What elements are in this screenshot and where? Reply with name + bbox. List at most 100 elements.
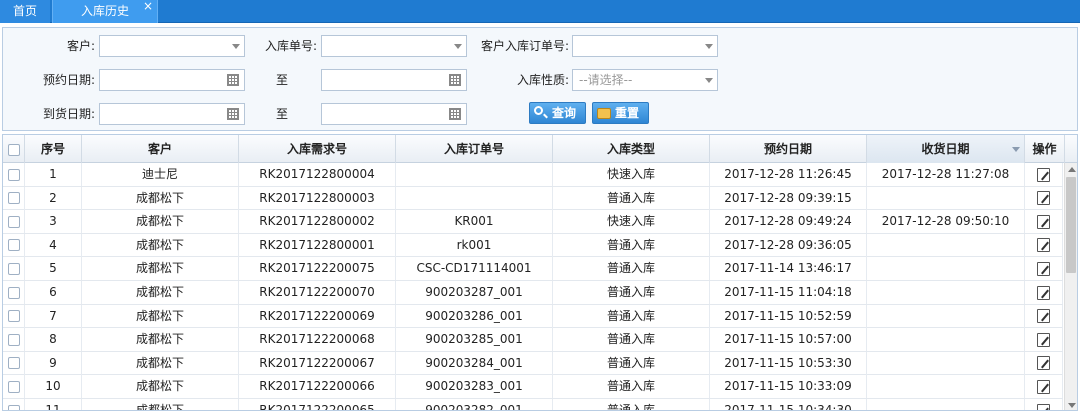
table-cell-type: 普通入库 bbox=[553, 257, 710, 281]
tab-inbound-history[interactable]: 入库历史 × bbox=[52, 0, 158, 23]
scroll-thumb[interactable] bbox=[1066, 177, 1076, 273]
edit-icon[interactable] bbox=[1037, 238, 1050, 253]
close-icon[interactable]: × bbox=[143, 0, 153, 18]
table-row[interactable]: 1 迪士尼 RK2017122800004 快速入库 2017-12-28 11:26:… bbox=[3, 163, 1063, 187]
row-action-cell bbox=[1025, 351, 1063, 375]
row-action-cell bbox=[1025, 257, 1063, 281]
filter-panel: 客户: 入库单号: 客户入库订单号: 预约日期: 至 入库性质: --请选择--… bbox=[2, 27, 1078, 131]
reset-button[interactable]: 重置 bbox=[592, 102, 649, 124]
tab-home[interactable]: 首页 bbox=[0, 0, 50, 23]
table-cell-receive: 2017-12-28 11:27:08 bbox=[867, 163, 1025, 186]
table-cell-receive bbox=[867, 281, 1025, 304]
column-header[interactable]: 入库类型 bbox=[553, 135, 710, 163]
row-checkbox[interactable] bbox=[7, 404, 20, 410]
column-header[interactable]: 入库需求号 bbox=[239, 135, 396, 163]
edit-icon[interactable] bbox=[1037, 309, 1050, 324]
table-cell-no: 4 bbox=[25, 233, 82, 257]
select-all-cell bbox=[3, 135, 25, 163]
table-cell-type: 普通入库 bbox=[553, 328, 710, 352]
table-cell-no: 9 bbox=[25, 351, 82, 375]
table-cell-customer: 成都松下 bbox=[82, 304, 239, 328]
tab-inbound-history-label: 入库历史 bbox=[80, 4, 129, 18]
table-cell-order bbox=[396, 186, 553, 210]
arrival-date-end-input[interactable] bbox=[321, 103, 467, 125]
vertical-scrollbar[interactable] bbox=[1064, 163, 1077, 410]
table-row[interactable]: 2 成都松下 RK2017122800003 普通入库 2017-12-28 09:39… bbox=[3, 186, 1063, 211]
chevron-down-icon bbox=[232, 44, 240, 49]
reset-button-label: 重置 bbox=[615, 106, 640, 120]
row-checkbox[interactable] bbox=[7, 262, 20, 275]
table-row[interactable]: 7 成都松下 RK2017122200069 900203286_001 普通入库 201… bbox=[3, 304, 1063, 329]
table-cell-reserve: 2017-12-28 09:36:05 bbox=[710, 233, 867, 257]
table-header: 序号 客户 入库需求号 入库订单号 入库类型 预约日期 收货日期 操作 bbox=[3, 135, 1077, 163]
inbound-history-table: 序号 客户 入库需求号 入库订单号 入库类型 预约日期 收货日期 操作 1 迪士尼… bbox=[2, 134, 1078, 411]
scroll-up-icon[interactable] bbox=[1068, 167, 1076, 172]
column-header[interactable]: 入库订单号 bbox=[396, 135, 553, 163]
calendar-icon[interactable] bbox=[227, 108, 239, 120]
table-cell-customer: 成都松下 bbox=[82, 375, 239, 399]
table-row[interactable]: 3 成都松下 RK2017122800002 KR001 快速入库 2017-12-28 … bbox=[3, 210, 1063, 234]
table-cell-customer: 成都松下 bbox=[82, 210, 239, 234]
table-row[interactable]: 8 成都松下 RK2017122200068 900203285_001 普通入库 201… bbox=[3, 328, 1063, 352]
edit-icon[interactable] bbox=[1037, 167, 1050, 182]
column-header[interactable]: 预约日期 bbox=[710, 135, 867, 163]
row-checkbox[interactable] bbox=[7, 333, 20, 346]
row-action-cell bbox=[1025, 186, 1063, 210]
table-cell-demand: RK2017122200069 bbox=[239, 304, 396, 328]
scroll-down-icon[interactable] bbox=[1068, 403, 1076, 408]
edit-icon[interactable] bbox=[1037, 356, 1050, 371]
table-cell-demand: RK2017122200068 bbox=[239, 328, 396, 352]
row-checkbox[interactable] bbox=[7, 215, 20, 228]
inbound-type-select[interactable]: --请选择-- bbox=[572, 69, 718, 91]
edit-icon[interactable] bbox=[1037, 285, 1050, 300]
table-row[interactable]: 5 成都松下 RK2017122200075 CSC-CD171114001 普通入库 2… bbox=[3, 257, 1063, 281]
row-select-cell bbox=[3, 163, 25, 186]
row-select-cell bbox=[3, 210, 25, 234]
edit-icon[interactable] bbox=[1037, 403, 1050, 410]
table-cell-receive bbox=[867, 328, 1025, 352]
row-checkbox[interactable] bbox=[7, 286, 20, 299]
edit-icon[interactable] bbox=[1037, 214, 1050, 229]
column-header[interactable]: 序号 bbox=[25, 135, 82, 163]
table-row[interactable]: 10 成都松下 RK2017122200066 900203283_001 普通入库 20… bbox=[3, 375, 1063, 399]
select-all-checkbox[interactable] bbox=[7, 143, 20, 156]
table-cell-no: 1 bbox=[25, 163, 82, 186]
edit-icon[interactable] bbox=[1037, 379, 1050, 394]
row-checkbox[interactable] bbox=[7, 380, 20, 393]
calendar-icon[interactable] bbox=[449, 74, 461, 86]
row-checkbox[interactable] bbox=[7, 357, 20, 370]
inbound-no-select[interactable] bbox=[321, 35, 467, 57]
edit-icon[interactable] bbox=[1037, 261, 1050, 276]
row-select-cell bbox=[3, 304, 25, 328]
customer-select[interactable] bbox=[99, 35, 245, 57]
column-header[interactable]: 客户 bbox=[82, 135, 239, 163]
row-checkbox[interactable] bbox=[7, 168, 20, 181]
table-row[interactable]: 11 成都松下 RK2017122200065 900203282_001 普通入库 20… bbox=[3, 399, 1063, 410]
row-checkbox[interactable] bbox=[7, 192, 20, 205]
row-select-cell bbox=[3, 257, 25, 281]
calendar-icon[interactable] bbox=[227, 74, 239, 86]
query-button[interactable]: 查询 bbox=[529, 102, 586, 124]
sort-menu-icon[interactable] bbox=[1012, 147, 1020, 152]
arrival-date-start-input[interactable] bbox=[99, 103, 245, 125]
row-select-cell bbox=[3, 375, 25, 399]
edit-icon[interactable] bbox=[1037, 332, 1050, 347]
reserve-date-start-input[interactable] bbox=[99, 69, 245, 91]
table-cell-type: 普通入库 bbox=[553, 186, 710, 210]
row-checkbox[interactable] bbox=[7, 239, 20, 252]
table-cell-no: 5 bbox=[25, 257, 82, 281]
table-cell-receive bbox=[867, 399, 1025, 410]
calendar-icon[interactable] bbox=[449, 108, 461, 120]
table-cell-order: CSC-CD171114001 bbox=[396, 257, 553, 281]
reserve-date-end-input[interactable] bbox=[321, 69, 467, 91]
customer-order-select[interactable] bbox=[572, 35, 718, 57]
table-cell-order: 900203287_001 bbox=[396, 281, 553, 304]
row-checkbox[interactable] bbox=[7, 310, 20, 323]
table-row[interactable]: 4 成都松下 RK2017122800001 rk001 普通入库 2017-12-28 … bbox=[3, 233, 1063, 258]
column-header-sorted[interactable]: 收货日期 bbox=[867, 135, 1025, 163]
table-row[interactable]: 9 成都松下 RK2017122200067 900203284_001 普通入库 201… bbox=[3, 351, 1063, 376]
table-cell-no: 8 bbox=[25, 328, 82, 352]
table-row[interactable]: 6 成都松下 RK2017122200070 900203287_001 普通入库 201… bbox=[3, 281, 1063, 305]
edit-icon[interactable] bbox=[1037, 191, 1050, 206]
table-cell-customer: 成都松下 bbox=[82, 186, 239, 210]
